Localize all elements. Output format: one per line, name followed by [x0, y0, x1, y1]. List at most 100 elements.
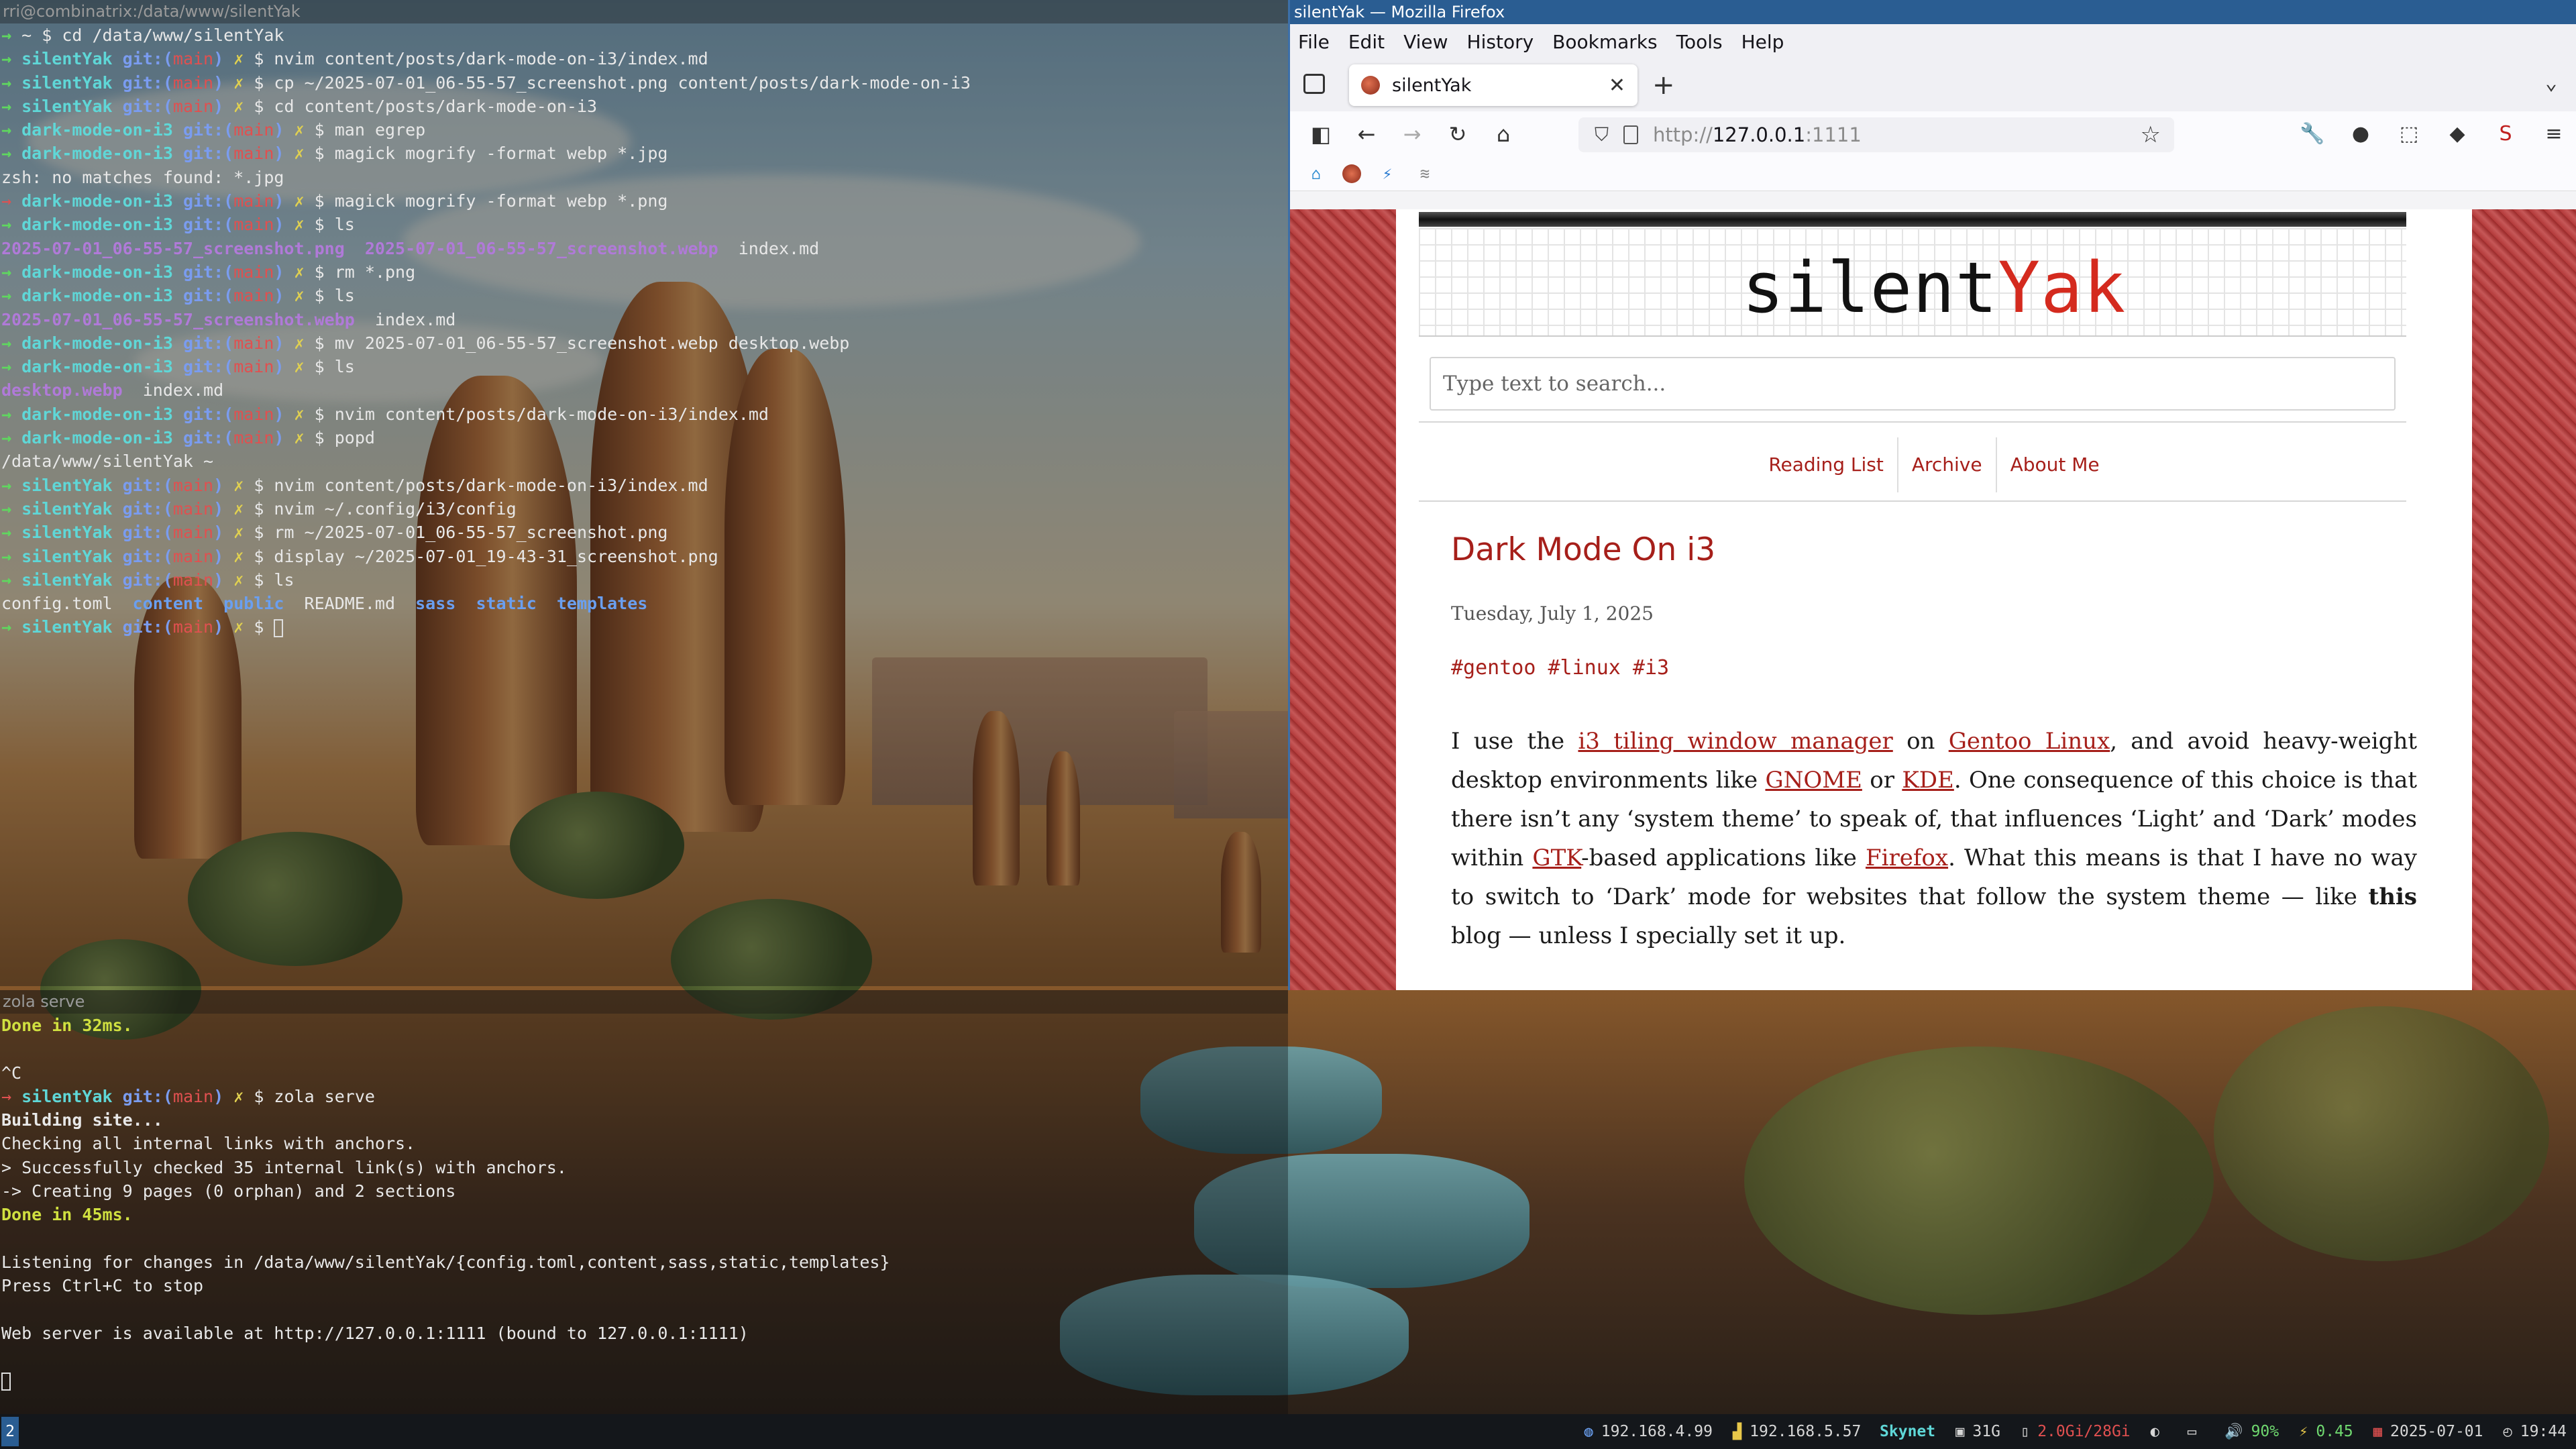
terminal-text: ✗	[294, 191, 315, 211]
extension-yak-icon[interactable]: ◆	[2442, 118, 2473, 149]
terminal-cursor	[274, 619, 284, 637]
link-kde[interactable]: KDE	[1902, 767, 1953, 794]
menu-bookmarks[interactable]: Bookmarks	[1552, 31, 1657, 53]
bottom-terminal-window[interactable]: zola serve Done in 32ms. ^C → silentYak gi…	[0, 990, 1288, 1414]
calendar-icon: ▦	[2373, 1423, 2383, 1440]
reload-icon[interactable]: ↻	[1443, 119, 1472, 149]
terminal-text: →	[1, 49, 22, 69]
date-status: ▦ 2025-07-01	[2373, 1423, 2483, 1440]
url-text[interactable]: http://127.0.0.1:1111	[1653, 123, 1862, 146]
terminal-line: → dark-mode-on-i3 git:(main) ✗ $ mv 2025…	[1, 331, 1288, 355]
terminal-text: ✗	[233, 475, 254, 495]
top-terminal-window[interactable]: rri@combinatrix:/data/www/silentYak → ~ …	[0, 0, 1288, 986]
terminal-line: → dark-mode-on-i3 git:(main) ✗ $ nvim co…	[1, 402, 1288, 426]
firefox-window[interactable]: silentYak — Mozilla Firefox File Edit Vi…	[1288, 0, 2576, 990]
terminal-text: )	[274, 120, 294, 140]
hamburger-menu-icon[interactable]: ≡	[2538, 118, 2569, 149]
site-title[interactable]: silentYak	[1396, 247, 2472, 329]
extension-s-icon[interactable]: S	[2490, 118, 2521, 149]
menu-edit[interactable]: Edit	[1348, 31, 1385, 53]
terminal-text: git:(	[182, 262, 234, 282]
new-tab-button[interactable]: +	[1652, 70, 1675, 101]
terminal-text: $	[254, 617, 274, 637]
wifi-status: ▟ 192.168.5.57 Skynet	[1732, 1423, 1936, 1440]
shield-icon[interactable]: ⛉	[1595, 123, 1609, 146]
terminal-text: dark-mode-on-i3	[21, 357, 183, 377]
bookmark-icon[interactable]	[1342, 164, 1361, 183]
terminal-text: dark-mode-on-i3	[21, 262, 183, 282]
terminal-text: $ popd	[314, 428, 375, 448]
page-content[interactable]: silentYak Type text to search... Reading…	[1290, 209, 2576, 990]
terminal-text: ✗	[233, 72, 254, 93]
url-bar[interactable]: ⛉ http://127.0.0.1:1111 ☆	[1578, 117, 2174, 152]
terminal-line: → silentYak git:(main) ✗ $ nvim ~/.confi…	[1, 497, 1288, 521]
terminal-line: Checking all internal links with anchors…	[1, 1132, 1288, 1155]
memory-icon: ▯	[2020, 1423, 2030, 1440]
terminal-text: →	[1, 523, 22, 543]
menu-help[interactable]: Help	[1741, 31, 1784, 53]
menu-file[interactable]: File	[1298, 31, 1330, 53]
terminal-text: $ man egrep	[314, 120, 426, 140]
home-icon[interactable]: ⌂	[1489, 119, 1518, 149]
extensions-icon[interactable]: ⬚	[2394, 118, 2424, 149]
nav-archive[interactable]: Archive	[1898, 437, 1997, 492]
divider	[1419, 500, 2406, 502]
terminal-text: →	[1, 333, 22, 353]
wrench-icon[interactable]: 🔧	[2297, 118, 2328, 149]
back-icon[interactable]: ←	[1352, 119, 1381, 149]
terminal-text: $ nvim content/posts/dark-mode-on-i3/ind…	[314, 404, 769, 424]
nav-about-me[interactable]: About Me	[1997, 437, 2113, 492]
terminal-text: $ nvim ~/.config/i3/config	[254, 498, 517, 519]
terminal-text: ✗	[233, 49, 254, 69]
terminal-text: )	[213, 49, 234, 69]
forward-icon[interactable]: →	[1397, 119, 1427, 149]
terminal-line: → silentYak git:(main) ✗ $ cp ~/2025-07-…	[1, 71, 1288, 95]
terminal-text: Building site...	[1, 1110, 163, 1130]
workspace-button[interactable]: 2	[1, 1417, 19, 1446]
terminal-text: silentYak	[21, 96, 123, 116]
link-gentoo[interactable]: Gentoo Linux	[1949, 728, 2110, 755]
list-all-tabs-icon[interactable]: ⌄	[2545, 71, 2557, 95]
bookmark-icon[interactable]: ⌂	[1305, 162, 1328, 185]
link-gtk[interactable]: GTK	[1532, 845, 1581, 871]
bookmark-star-icon[interactable]: ☆	[2141, 121, 2161, 148]
i3-status-bar: 2 ◍ 192.168.4.99 ▟ 192.168.5.57 Skynet ▣ 31…	[0, 1414, 2576, 1449]
search-input[interactable]: Type text to search...	[1430, 357, 2396, 411]
terminal-line: Done in 32ms.	[1, 1014, 1288, 1037]
firefox-view-icon[interactable]	[1303, 74, 1325, 94]
link-gnome[interactable]: GNOME	[1765, 767, 1862, 794]
link-i3[interactable]: i3 tiling window manager	[1578, 728, 1892, 755]
bookmark-icon[interactable]: ⚡	[1376, 162, 1399, 185]
terminal-line: Building site...	[1, 1108, 1288, 1132]
tab-silentyak[interactable]: silentYak ✕	[1349, 64, 1638, 106]
bookmark-icon[interactable]: ≋	[1413, 162, 1436, 185]
terminal-output[interactable]: → ~ $ cd /data/www/silentYak → silentYak …	[0, 23, 1288, 639]
camera-icon: ▭	[2187, 1423, 2197, 1440]
terminal-output[interactable]: Done in 32ms. ^C → silentYak git:(main) ✗ …	[0, 1014, 1288, 1393]
terminal-text: →	[1, 357, 22, 377]
menu-view[interactable]: View	[1403, 31, 1448, 53]
post-title[interactable]: Dark Mode On i3	[1451, 531, 1715, 568]
terminal-text: ✗	[294, 357, 315, 377]
terminal-text: )	[274, 144, 294, 164]
terminal-text: )	[213, 475, 234, 495]
post-tags[interactable]: #gentoo #linux #i3	[1451, 656, 1669, 680]
page-info-icon[interactable]	[1623, 125, 1639, 144]
account-icon[interactable]: ●	[2345, 118, 2376, 149]
menu-tools[interactable]: Tools	[1676, 31, 1723, 53]
menu-history[interactable]: History	[1467, 31, 1534, 53]
terminal-text: )	[274, 215, 294, 235]
terminal-text: ✗	[233, 498, 254, 519]
terminal-text: git:(	[182, 428, 234, 448]
volume-status[interactable]: 🔊 90%	[2224, 1423, 2279, 1440]
terminal-text: )	[213, 498, 234, 519]
nav-reading-list[interactable]: Reading List	[1755, 437, 1898, 492]
terminal-text: main	[233, 262, 274, 282]
link-firefox[interactable]: Firefox	[1866, 845, 1948, 871]
clock-icon: ◴	[2503, 1423, 2512, 1440]
sidebar-icon[interactable]: ◧	[1306, 119, 1336, 149]
terminal-text: $ ls	[314, 215, 355, 235]
close-tab-icon[interactable]: ✕	[1609, 74, 1625, 97]
terminal-text: ✗	[294, 215, 315, 235]
terminal-text: $ zola serve	[254, 1086, 375, 1106]
